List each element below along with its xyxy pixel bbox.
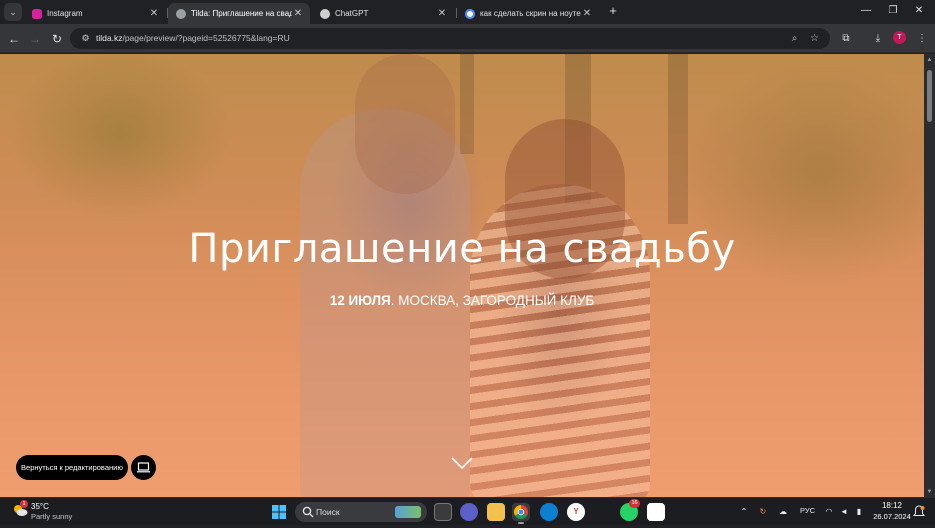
zoom-icon[interactable]: ⌕ [788, 32, 801, 45]
scrollbar-thumb[interactable] [927, 70, 932, 122]
edge-icon[interactable] [540, 503, 558, 521]
scroll-down-chevron-icon[interactable] [451, 456, 473, 470]
tab-instagram[interactable]: Instagram ✕ [24, 3, 166, 24]
whatsapp-unread-badge: 16 [629, 499, 640, 508]
teams-chat-icon[interactable] [460, 503, 478, 521]
weather-condition[interactable]: Partly sunny [31, 512, 72, 521]
task-view-icon[interactable] [434, 503, 452, 521]
clock-date[interactable]: 26.07.2024 [872, 512, 912, 521]
tab-search-chevron-icon[interactable]: ⌄ [4, 3, 22, 21]
tab-label: Tilda: Приглашение на свадьбу [191, 9, 292, 18]
search-placeholder: Поиск [316, 507, 340, 517]
url-text[interactable]: tilda.kz/page/preview/?pageid=52526775&l… [96, 33, 290, 43]
device-preview-button[interactable] [131, 455, 156, 480]
maximize-icon[interactable]: ❐ [885, 4, 901, 18]
event-details: 12 ИЮЛЯ. МОСКВА, ЗАГОРОДНЫЙ КЛУБ [0, 293, 924, 308]
intel-icon[interactable] [594, 503, 612, 521]
cloud-sync-icon[interactable]: ☁ [777, 505, 789, 519]
more-menu-icon[interactable]: ⋮ [914, 31, 930, 47]
file-explorer-icon[interactable] [487, 503, 505, 521]
chrome-icon[interactable] [512, 503, 530, 521]
input-language[interactable]: РУС [800, 506, 815, 515]
tab-close-icon[interactable]: ✕ [292, 8, 304, 19]
clock-time[interactable]: 18:12 [872, 501, 912, 510]
google-icon [465, 8, 475, 19]
weather-badge: 1 [20, 500, 28, 508]
site-info-icon[interactable]: ⚙ [79, 32, 92, 45]
laptop-icon [137, 462, 150, 473]
close-window-icon[interactable]: ✕ [911, 4, 927, 18]
notification-bell-icon[interactable] [913, 505, 925, 519]
windows-start-icon[interactable] [272, 505, 286, 519]
tab-close-icon[interactable]: ✕ [148, 8, 160, 19]
tab-label: Instagram [47, 9, 83, 18]
event-date: 12 ИЮЛЯ [329, 293, 391, 308]
browser-tab-strip: ⌄ Instagram ✕ Tilda: Приглашение на свад… [0, 0, 935, 24]
extensions-icon[interactable]: ⧉ [838, 31, 854, 47]
page-viewport: Приглашение на свадьбу 12 ИЮЛЯ. МОСКВА, … [0, 54, 924, 497]
tab-google-search[interactable]: как сделать скрин на ноуте - Поиск ✕ [457, 3, 599, 24]
chatgpt-icon [320, 8, 330, 19]
active-app-indicator [518, 522, 524, 524]
volume-icon[interactable]: ◄ [838, 505, 850, 519]
windows-taskbar: 1 35°C Partly sunny Поиск Y 16 ⌃ ↻ ☁ РУС [0, 497, 935, 525]
back-arrow-icon[interactable]: ← [6, 31, 22, 47]
minimize-icon[interactable]: — [858, 4, 874, 18]
search-icon [302, 506, 314, 518]
tray-app-icon[interactable]: ↻ [757, 505, 769, 519]
profile-avatar[interactable]: T [893, 31, 906, 44]
weather-temperature[interactable]: 35°C [31, 502, 49, 511]
bookmark-star-icon[interactable]: ☆ [808, 32, 821, 45]
address-bar[interactable]: ⚙ tilda.kz/page/preview/?pageid=52526775… [70, 28, 830, 49]
new-tab-button[interactable]: + [606, 4, 620, 18]
tab-label: ChatGPT [335, 9, 369, 18]
battery-icon[interactable]: ▮ [853, 505, 865, 519]
wifi-icon[interactable]: ◠ [823, 505, 835, 519]
back-to-editing-button[interactable]: Вернуться к редактированию [16, 455, 128, 480]
instagram-icon [32, 8, 42, 19]
forward-arrow-icon[interactable]: → [27, 31, 43, 47]
search-highlight-icon [395, 506, 421, 518]
event-location: . МОСКВА, ЗАГОРОДНЫЙ КЛУБ [390, 293, 595, 308]
tab-close-icon[interactable]: ✕ [436, 8, 448, 19]
hero-color-overlay [0, 54, 924, 497]
taskbar-search-box[interactable]: Поиск [295, 502, 427, 522]
url-path: /page/preview/?pageid=52526775&lang=RU [122, 33, 290, 43]
yandex-icon[interactable]: Y [567, 503, 585, 521]
browser-toolbar: ← → ↻ ⚙ tilda.kz/page/preview/?pageid=52… [0, 24, 935, 53]
page-title: Приглашение на свадьбу [188, 226, 736, 272]
download-icon[interactable]: ⤓ [870, 31, 886, 47]
capcut-icon[interactable] [647, 503, 665, 521]
scroll-down-arrow-icon[interactable]: ▼ [926, 489, 933, 495]
reload-icon[interactable]: ↻ [49, 31, 65, 47]
tab-tilda[interactable]: Tilda: Приглашение на свадьбу ✕ [168, 3, 310, 24]
tab-chatgpt[interactable]: ChatGPT ✕ [312, 3, 454, 24]
url-host: tilda.kz [96, 33, 123, 43]
tab-label: как сделать скрин на ноуте - Поиск [480, 9, 581, 18]
tilda-icon [176, 8, 186, 19]
tab-close-icon[interactable]: ✕ [581, 8, 593, 19]
scroll-up-arrow-icon[interactable]: ▲ [926, 57, 933, 63]
chrome-logo [514, 505, 528, 519]
show-hidden-icons-chevron-icon[interactable]: ⌃ [738, 505, 750, 519]
